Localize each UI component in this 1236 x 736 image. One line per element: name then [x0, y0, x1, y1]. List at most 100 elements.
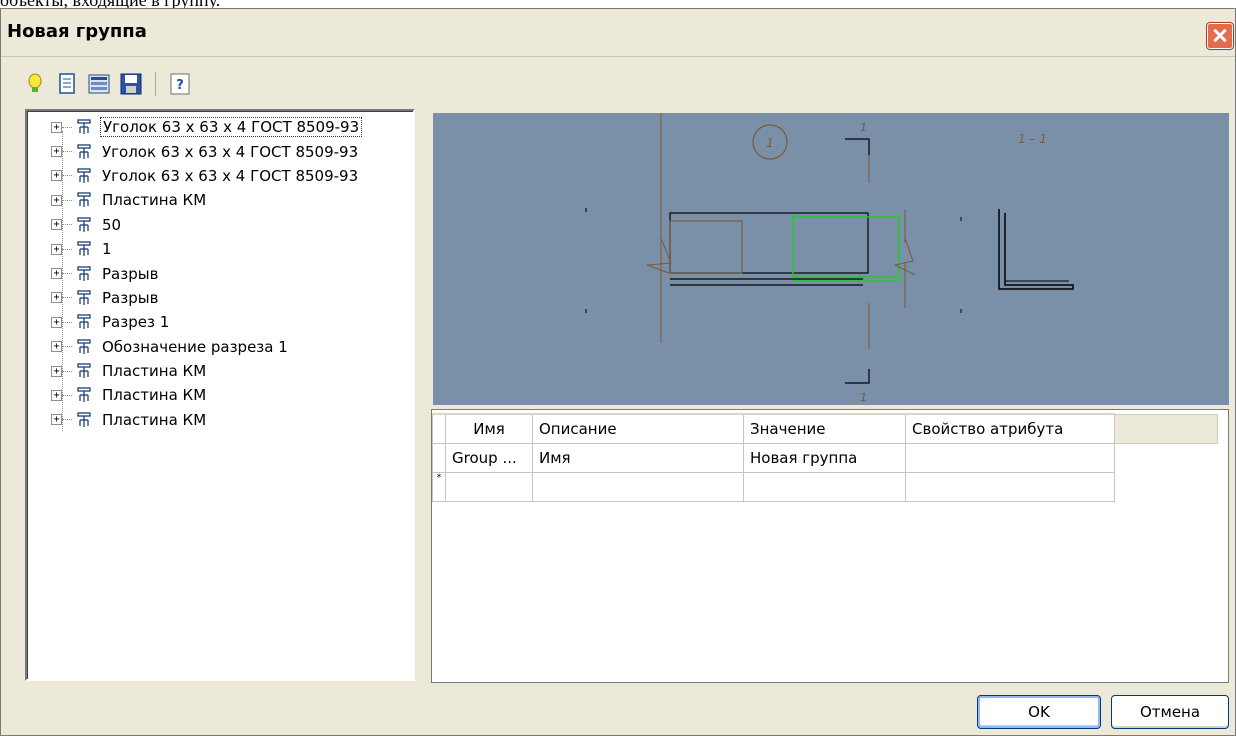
tree-item-label: Уголок 63 х 63 х 4 ГОСТ 8509-93 — [100, 117, 363, 138]
object-group-icon — [76, 412, 92, 428]
new-cell-attribute-property[interactable] — [905, 472, 1115, 502]
svg-text:?: ? — [176, 78, 184, 93]
properties-icon[interactable] — [87, 72, 111, 96]
attributes-table: Имя Описание Значение Свойство атрибута … — [432, 413, 1218, 502]
toolbar: ? — [23, 67, 192, 101]
column-header-description[interactable]: Описание — [532, 413, 744, 444]
expand-icon[interactable]: + — [51, 121, 62, 133]
header-filler — [1114, 413, 1218, 444]
tree-item-label: Пластина КМ — [102, 362, 207, 381]
new-row-marker: * — [432, 472, 446, 502]
new-row[interactable]: * — [432, 472, 1218, 502]
tree-item[interactable]: + Пластина КМ — [33, 408, 362, 432]
dialog-title: Новая группа — [7, 21, 147, 42]
tree-item[interactable]: + Разрыв — [33, 286, 362, 310]
tree-connector — [62, 248, 72, 250]
tree-connector — [62, 370, 72, 372]
tree-connector — [62, 394, 72, 396]
cancel-button[interactable]: Отмена — [1111, 695, 1229, 729]
object-group-icon — [76, 168, 92, 184]
cell-name[interactable]: Group ... — [445, 443, 533, 473]
tree-item[interactable]: +50 — [33, 213, 362, 237]
tree-item[interactable]: + Уголок 63 х 63 х 4 ГОСТ 8509-93 — [33, 139, 362, 163]
attributes-grid[interactable]: Имя Описание Значение Свойство атрибута … — [431, 409, 1229, 683]
new-cell-name[interactable] — [445, 472, 533, 502]
expand-icon[interactable]: + — [51, 170, 62, 182]
title-bar: Новая группа — [1, 9, 1235, 57]
cell-attribute-property[interactable] — [905, 443, 1115, 473]
callout-number: 1 — [766, 136, 774, 150]
expand-icon[interactable]: + — [51, 414, 62, 426]
column-header-attribute-property[interactable]: Свойство атрибута — [905, 413, 1115, 444]
tree-item-label: Разрез 1 — [102, 313, 170, 332]
tree-item[interactable]: + Разрез 1 — [33, 310, 362, 334]
group-preview: 1 1 1 1 – 1 — [433, 113, 1229, 405]
tree-connector — [62, 224, 72, 226]
tree-item[interactable]: + Пластина КМ — [33, 359, 362, 383]
object-tree-panel[interactable]: + Уголок 63 х 63 х 4 ГОСТ 8509-93 + Уголок … — [25, 109, 415, 681]
close-button[interactable] — [1207, 23, 1233, 49]
tree-item-label: Уголок 63 х 63 х 4 ГОСТ 8509-93 — [102, 166, 359, 185]
tree-item-label: Разрыв — [102, 288, 159, 307]
tree-item[interactable]: + Разрыв — [33, 261, 362, 285]
tree-item-label: Пластина КМ — [102, 386, 207, 405]
help-icon[interactable]: ? — [168, 72, 192, 96]
expand-icon[interactable]: + — [51, 292, 62, 304]
expand-icon[interactable]: + — [51, 268, 62, 280]
expand-icon[interactable]: + — [51, 365, 62, 377]
tree-item[interactable]: + Уголок 63 х 63 х 4 ГОСТ 8509-93 — [33, 115, 363, 139]
grid-corner — [432, 413, 446, 444]
new-cell-description[interactable] — [532, 472, 744, 502]
expand-icon[interactable]: + — [51, 194, 62, 206]
tree-connector — [62, 297, 72, 299]
tree-item-label: 1 — [102, 240, 112, 259]
column-header-value[interactable]: Значение — [743, 413, 906, 444]
new-cell-value[interactable] — [743, 472, 906, 502]
tree-connector — [62, 126, 72, 128]
tree-item-label: Пластина КМ — [102, 191, 207, 210]
tree-item-label: Уголок 63 х 63 х 4 ГОСТ 8509-93 — [102, 142, 359, 161]
cell-value[interactable]: Новая группа — [743, 443, 906, 473]
lightbulb-icon[interactable] — [23, 72, 47, 96]
tree-item[interactable]: + Обозначение разреза 1 — [33, 335, 362, 359]
expand-icon[interactable]: + — [51, 243, 62, 255]
tree-item[interactable]: + Пластина КМ — [33, 383, 362, 407]
object-group-icon — [76, 314, 92, 330]
section-title: 1 – 1 — [1018, 132, 1047, 146]
expand-icon[interactable]: + — [51, 146, 62, 158]
section-mark-top: 1 — [860, 121, 867, 134]
tree-item-label: 50 — [102, 215, 122, 234]
object-group-icon — [76, 241, 92, 257]
object-tree: + Уголок 63 х 63 х 4 ГОСТ 8509-93 + Уголок … — [33, 115, 363, 432]
tree-connector — [62, 346, 72, 348]
tree-connector — [62, 419, 72, 421]
tree-connector — [62, 199, 72, 201]
expand-icon[interactable]: + — [51, 219, 62, 231]
new-group-dialog: Новая группа ? + Уголок 63 х 63 х 4 ГОСТ… — [0, 8, 1236, 736]
object-group-icon — [76, 387, 92, 403]
tree-item-label: Обозначение разреза 1 — [102, 337, 288, 356]
tree-connector — [62, 273, 72, 275]
expand-icon[interactable]: + — [51, 389, 62, 401]
column-header-name[interactable]: Имя — [445, 413, 533, 444]
cell-description[interactable]: Имя — [532, 443, 744, 473]
tree-item[interactable]: + Уголок 63 х 63 х 4 ГОСТ 8509-93 — [33, 164, 362, 188]
save-icon[interactable] — [119, 72, 143, 96]
section-mark-bottom: 1 — [860, 391, 867, 404]
ok-button[interactable]: OK — [977, 695, 1101, 729]
expand-icon[interactable]: + — [51, 341, 62, 353]
object-group-icon — [76, 363, 92, 379]
tree-connector — [62, 175, 72, 177]
grid-header-row: Имя Описание Значение Свойство атрибута — [432, 413, 1218, 444]
object-group-icon — [76, 143, 92, 160]
tree-item[interactable]: + Пластина КМ — [33, 188, 362, 212]
expand-icon[interactable]: + — [51, 316, 62, 328]
row-selector[interactable] — [432, 443, 446, 473]
table-row[interactable]: Group ... Имя Новая группа — [432, 443, 1218, 473]
object-group-icon — [76, 265, 92, 282]
tree-item[interactable]: +1 — [33, 237, 362, 261]
tree-item-label: Пластина КМ — [102, 410, 207, 429]
document-icon[interactable] — [55, 72, 79, 96]
tree-item-label: Разрыв — [102, 264, 159, 283]
tree-connector — [62, 321, 72, 323]
